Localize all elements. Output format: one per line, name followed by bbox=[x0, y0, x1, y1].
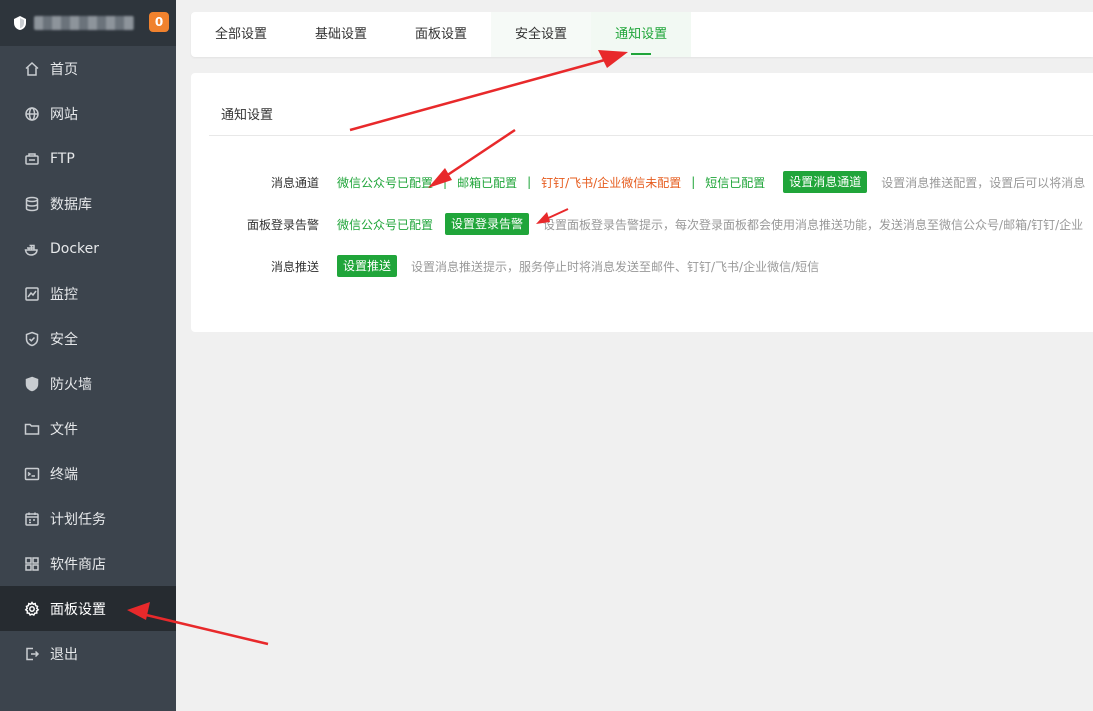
separator: | bbox=[443, 175, 448, 189]
blurred-server-name bbox=[34, 16, 134, 30]
login-alert-row: 面板登录告警 微信公众号已配置 设置登录告警 设置面板登录告警提示，每次登录面板… bbox=[191, 213, 1083, 235]
notification-settings-panel: 通知设置 消息通道 微信公众号已配置 | 邮箱已配置 | 钉钉/飞书/企业微信未… bbox=[191, 73, 1093, 332]
sidebar-item-firewall[interactable]: 防火墙 bbox=[0, 361, 176, 406]
set-login-alert-button[interactable]: 设置登录告警 bbox=[445, 213, 530, 235]
sidebar-item-label: 数据库 bbox=[50, 196, 92, 213]
apps-icon bbox=[23, 555, 40, 572]
sidebar-item-label: 安全 bbox=[50, 331, 78, 348]
tab-panel-settings[interactable]: 面板设置 bbox=[391, 12, 491, 57]
tab-basic-settings[interactable]: 基础设置 bbox=[291, 12, 391, 57]
sidebar-item-label: FTP bbox=[50, 150, 75, 167]
panel-title: 通知设置 bbox=[221, 108, 274, 123]
panel-divider bbox=[209, 135, 1093, 136]
brand-bar: 0 bbox=[0, 0, 176, 46]
notification-badge[interactable]: 0 bbox=[149, 12, 169, 32]
sidebar-item-label: Docker bbox=[50, 240, 100, 257]
logo-icon bbox=[14, 16, 26, 30]
dingtalk-status[interactable]: 钉钉/飞书/企业微信未配置 bbox=[541, 174, 681, 191]
sidebar-item-ftp[interactable]: FTP bbox=[0, 136, 176, 181]
sidebar-item-monitor[interactable]: 监控 bbox=[0, 271, 176, 316]
tab-notification-settings[interactable]: 通知设置 bbox=[591, 12, 692, 57]
sidebar-item-label: 防火墙 bbox=[50, 376, 92, 393]
wechat-status[interactable]: 微信公众号已配置 bbox=[337, 174, 433, 191]
set-message-channel-button[interactable]: 设置消息通道 bbox=[783, 171, 868, 193]
sidebar-item-website[interactable]: 网站 bbox=[0, 91, 176, 136]
sidebar-item-label: 软件商店 bbox=[50, 556, 106, 573]
login-alert-wechat-status[interactable]: 微信公众号已配置 bbox=[337, 216, 433, 233]
sidebar-item-docker[interactable]: Docker bbox=[0, 226, 176, 271]
sidebar-item-label: 终端 bbox=[50, 466, 78, 483]
message-push-row: 消息推送 设置推送 设置消息推送提示，服务停止时将消息发送至邮件、钉钉/飞书/企… bbox=[191, 255, 819, 277]
sidebar-item-files[interactable]: 文件 bbox=[0, 406, 176, 451]
login-alert-hint: 设置面板登录告警提示，每次登录面板都会使用消息推送功能，发送消息至微信公众号/邮… bbox=[543, 217, 1084, 232]
sidebar-item-label: 首页 bbox=[50, 61, 78, 78]
message-channel-row: 消息通道 微信公众号已配置 | 邮箱已配置 | 钉钉/飞书/企业微信未配置 | … bbox=[191, 171, 1085, 193]
message-channel-label: 消息通道 bbox=[270, 175, 319, 190]
separator: | bbox=[691, 175, 696, 189]
sidebar-item-label: 退出 bbox=[50, 646, 78, 663]
sidebar-item-label: 面板设置 bbox=[50, 601, 106, 618]
sidebar-item-security[interactable]: 安全 bbox=[0, 316, 176, 361]
login-alert-label: 面板登录告警 bbox=[246, 217, 319, 232]
sidebar-item-terminal[interactable]: 终端 bbox=[0, 451, 176, 496]
tab-security-settings[interactable]: 安全设置 bbox=[491, 12, 592, 57]
set-push-button[interactable]: 设置推送 bbox=[337, 255, 398, 277]
logout-icon bbox=[23, 645, 40, 662]
terminal-icon bbox=[23, 465, 40, 482]
home-icon bbox=[23, 60, 40, 77]
globe-icon bbox=[23, 105, 40, 122]
message-channel-hint: 设置消息推送配置，设置后可以将消息 bbox=[881, 175, 1086, 190]
docker-icon bbox=[23, 240, 40, 257]
gear-icon bbox=[23, 600, 40, 617]
shield-icon bbox=[23, 330, 40, 347]
monitor-icon bbox=[23, 285, 40, 302]
sidebar-item-logout[interactable]: 退出 bbox=[0, 631, 176, 676]
sidebar-item-home[interactable]: 首页 bbox=[0, 46, 176, 91]
ftp-icon bbox=[23, 150, 40, 167]
sidebar-item-label: 监控 bbox=[50, 286, 78, 303]
firewall-icon bbox=[23, 375, 40, 392]
message-push-label: 消息推送 bbox=[270, 259, 319, 274]
calendar-icon bbox=[23, 510, 40, 527]
mail-status[interactable]: 邮箱已配置 bbox=[457, 174, 517, 191]
sidebar-item-cron[interactable]: 计划任务 bbox=[0, 496, 176, 541]
settings-tabs: 全部设置 基础设置 面板设置 安全设置 通知设置 bbox=[191, 12, 1093, 57]
sidebar-item-label: 文件 bbox=[50, 421, 78, 438]
database-icon bbox=[23, 195, 40, 212]
sidebar-item-database[interactable]: 数据库 bbox=[0, 181, 176, 226]
message-push-hint: 设置消息推送提示，服务停止时将消息发送至邮件、钉钉/飞书/企业微信/短信 bbox=[411, 259, 820, 274]
sidebar-nav: 首页 网站 FTP 数据库 Docker 监控 安全 防火墙 文件 终端 计划任… bbox=[0, 46, 176, 676]
sidebar-item-store[interactable]: 软件商店 bbox=[0, 541, 176, 586]
sidebar-item-label: 网站 bbox=[50, 106, 78, 123]
sidebar-item-panel-settings[interactable]: 面板设置 bbox=[0, 586, 176, 631]
separator: | bbox=[527, 175, 532, 189]
tab-all-settings[interactable]: 全部设置 bbox=[191, 12, 291, 57]
sidebar-item-label: 计划任务 bbox=[50, 511, 106, 528]
folder-icon bbox=[23, 420, 40, 437]
sms-status[interactable]: 短信已配置 bbox=[705, 174, 765, 191]
sidebar: 0 首页 网站 FTP 数据库 Docker 监控 安全 防火墙 文件 终端 计… bbox=[0, 0, 176, 711]
